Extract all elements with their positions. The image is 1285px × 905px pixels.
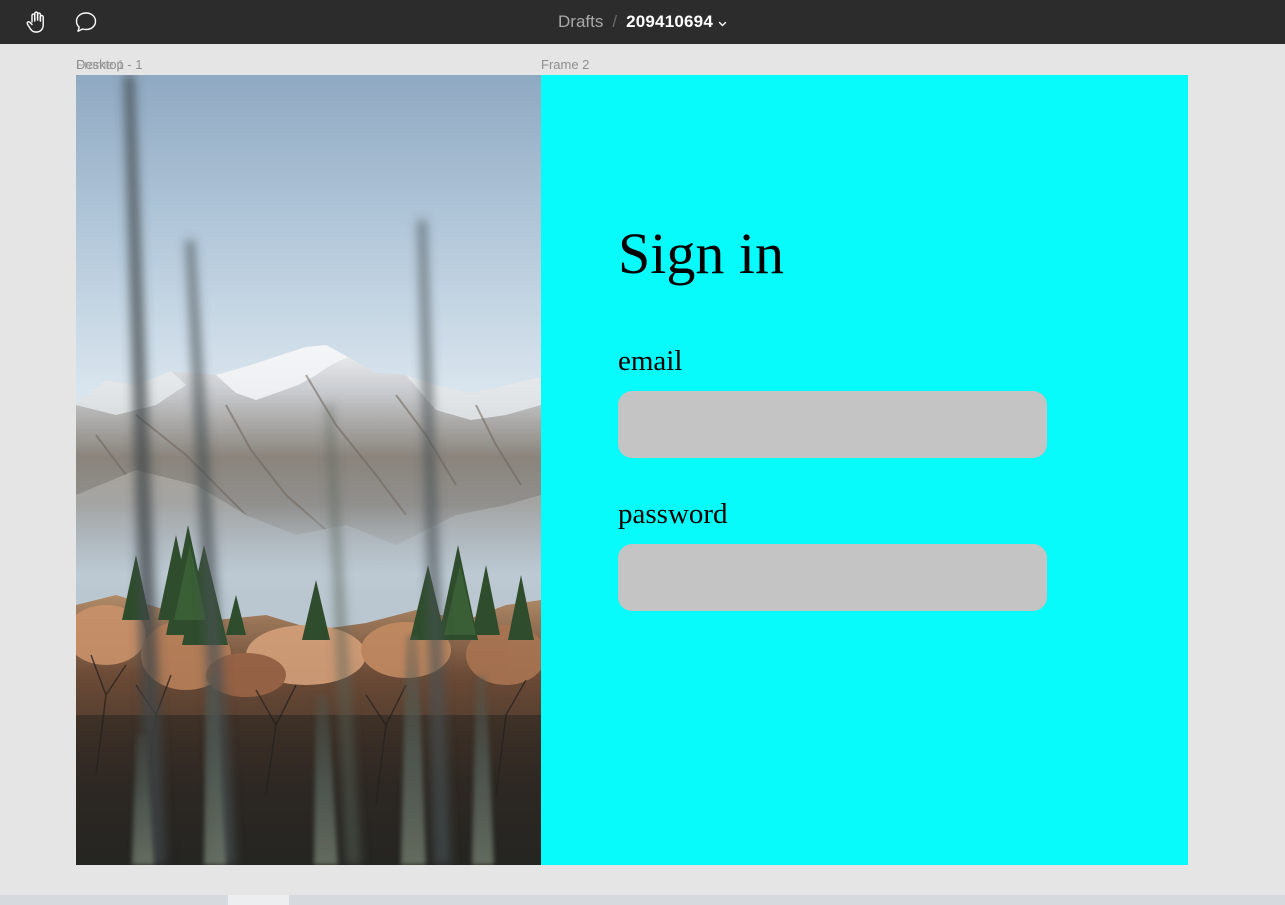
bottom-tab[interactable] [228, 895, 289, 905]
file-name[interactable]: 209410694 [626, 12, 713, 32]
bottom-bar [0, 895, 1285, 905]
frame-label-frame-2[interactable]: Frame 2 [541, 57, 589, 72]
sign-in-heading: Sign in [618, 221, 784, 286]
password-field[interactable] [618, 544, 1047, 611]
password-label: password [618, 498, 728, 530]
mountain-landscape-image [76, 75, 541, 865]
top-toolbar: Drafts / 209410694 [0, 0, 1285, 44]
breadcrumb: Drafts / 209410694 [0, 0, 1285, 44]
comment-tool-button[interactable] [70, 6, 102, 38]
frame-label-frame-1[interactable]: Frame 1 [76, 57, 124, 72]
breadcrumb-separator: / [612, 12, 618, 31]
email-label: email [618, 345, 683, 377]
hand-icon [26, 11, 44, 33]
desktop-1-frame[interactable] [76, 75, 541, 865]
email-field[interactable] [618, 391, 1047, 458]
hand-tool-button[interactable] [21, 6, 53, 38]
file-menu-chevron-down-icon[interactable] [718, 12, 727, 32]
frame-2[interactable]: Sign in email password [541, 75, 1188, 865]
comment-icon [75, 12, 97, 32]
breadcrumb-drafts-link[interactable]: Drafts [558, 12, 603, 32]
design-canvas[interactable]: Desktop - 1 Frame 1 Frame 2 Sign in emai… [0, 44, 1285, 895]
